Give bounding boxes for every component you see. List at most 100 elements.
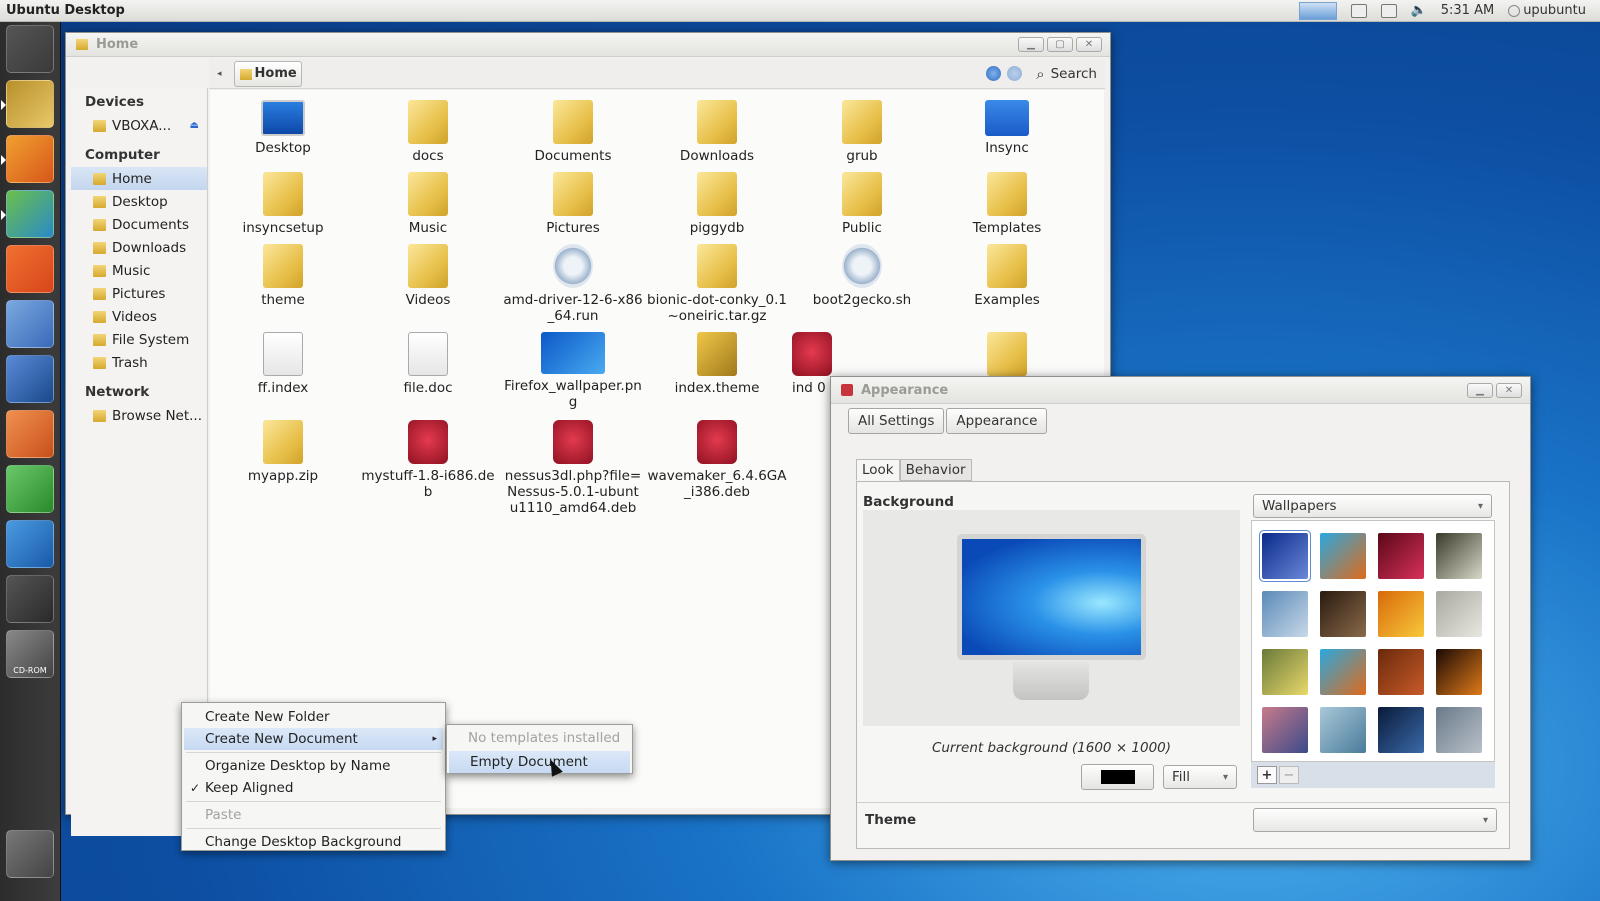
wallpaper-thumbnail[interactable] — [1378, 591, 1424, 637]
file-item[interactable]: Firefox_wallpaper.png — [503, 332, 643, 410]
minimize-button[interactable]: ▁ — [1018, 37, 1044, 52]
image-viewer-icon[interactable] — [1, 190, 54, 238]
sidebar-item-pictures[interactable]: Pictures — [71, 282, 207, 305]
theme-select[interactable] — [1253, 808, 1497, 832]
wallpaper-thumbnail[interactable] — [1262, 707, 1308, 753]
file-item[interactable]: insyncsetup — [213, 172, 353, 236]
maximize-button[interactable]: ▢ — [1047, 37, 1073, 52]
change-background-item[interactable]: Change Desktop Background — [182, 831, 445, 853]
file-item[interactable]: wavemaker_6.4.6GA_i386.deb — [647, 420, 787, 500]
wallpaper-source-select[interactable]: Wallpapers — [1253, 494, 1492, 518]
file-item[interactable]: Templates — [937, 172, 1077, 236]
ubuntu-logo-icon[interactable] — [6, 25, 54, 73]
minimize-button[interactable]: ▁ — [1467, 382, 1493, 398]
sidebar-item-music[interactable]: Music — [71, 259, 207, 282]
sidebar-item-desktop[interactable]: Desktop — [71, 190, 207, 213]
system-monitor-icon[interactable] — [1298, 1, 1337, 20]
breadcrumb-home[interactable]: Home — [233, 60, 302, 87]
appearance-titlebar[interactable]: Appearance ▁ ✕ — [831, 377, 1530, 404]
appearance-crumb-button[interactable]: Appearance — [946, 408, 1048, 434]
background-color-button[interactable] — [1081, 764, 1154, 790]
sidebar-item-trash[interactable]: Trash — [71, 351, 207, 374]
files-icon[interactable] — [1, 80, 54, 128]
file-item[interactable]: ff.index — [213, 332, 353, 396]
sidebar-item-device[interactable]: VBOXA... ⏏ — [71, 114, 207, 137]
sidebar-item-file-system[interactable]: File System — [71, 328, 207, 351]
create-new-document-item[interactable]: Create New Document ▸ — [184, 728, 443, 750]
file-item[interactable]: docs — [358, 100, 498, 164]
file-item[interactable]: Pictures — [503, 172, 643, 236]
file-item[interactable]: Desktop — [213, 100, 353, 156]
volume-icon[interactable]: 🔈 — [1411, 3, 1427, 18]
file-item[interactable]: file.doc — [358, 332, 498, 396]
system-settings-icon[interactable] — [6, 300, 54, 348]
sidebar-item-home[interactable]: Home — [71, 167, 207, 190]
clock[interactable]: 5:31 AM — [1441, 3, 1494, 18]
messaging-icon[interactable] — [1380, 3, 1397, 18]
add-wallpaper-button[interactable]: + — [1257, 766, 1277, 784]
file-item[interactable]: Documents — [503, 100, 643, 164]
file-item[interactable]: nessus3dl.php?file=Nessus-5.0.1-ubuntu11… — [503, 420, 643, 516]
firefox-icon[interactable] — [1, 135, 54, 183]
all-settings-button[interactable]: All Settings — [848, 408, 945, 434]
trash-icon[interactable] — [6, 830, 54, 878]
tab-behavior[interactable]: Behavior — [899, 459, 972, 481]
create-new-folder-item[interactable]: Create New Folder — [182, 706, 445, 728]
wallpaper-thumbnail[interactable] — [1436, 649, 1482, 695]
workspaces-icon[interactable] — [6, 575, 54, 623]
wallpaper-thumbnail[interactable] — [1436, 591, 1482, 637]
file-item[interactable]: Insync — [937, 100, 1077, 156]
file-manager-titlebar[interactable]: Home ▁ ▢ ✕ — [66, 33, 1110, 57]
wallpaper-thumbnail[interactable] — [1378, 649, 1424, 695]
back-icon[interactable] — [986, 66, 1002, 81]
wallpaper-thumbnail[interactable] — [1436, 707, 1482, 753]
path-back-arrow-icon[interactable]: ◂ — [217, 69, 222, 79]
file-item[interactable]: Music — [358, 172, 498, 236]
organize-desktop-item[interactable]: Organize Desktop by Name — [182, 755, 445, 777]
user-menu[interactable]: upubuntu — [1508, 3, 1586, 18]
file-item[interactable] — [937, 332, 1077, 380]
file-item[interactable]: theme — [213, 244, 353, 308]
sidebar-item-browse-network[interactable]: Browse Net... — [71, 404, 207, 427]
forward-icon[interactable] — [1007, 66, 1023, 81]
empty-document-item[interactable]: Empty Document — [449, 751, 630, 773]
wallpaper-thumbnail[interactable] — [1320, 533, 1366, 579]
cdrom-icon[interactable]: CD-ROM — [6, 630, 54, 678]
wallpaper-grid[interactable] — [1251, 520, 1495, 762]
software-center-icon[interactable] — [6, 245, 54, 293]
wallpaper-thumbnail[interactable] — [1320, 707, 1366, 753]
sidebar-item-videos[interactable]: Videos — [71, 305, 207, 328]
file-item[interactable]: index.theme — [647, 332, 787, 396]
file-item[interactable]: piggydb — [647, 172, 787, 236]
impress-icon[interactable] — [6, 410, 54, 458]
eject-icon[interactable]: ⏏ — [190, 120, 199, 131]
file-item[interactable]: ind 0 — [792, 332, 832, 396]
file-item[interactable]: Downloads — [647, 100, 787, 164]
wallpaper-thumbnail[interactable] — [1262, 649, 1308, 695]
sidebar-item-downloads[interactable]: Downloads — [71, 236, 207, 259]
close-button[interactable]: ✕ — [1496, 382, 1522, 398]
display-icon[interactable] — [6, 520, 54, 568]
wallpaper-thumbnail[interactable] — [1378, 533, 1424, 579]
wallpaper-thumbnail[interactable] — [1262, 591, 1308, 637]
wallpaper-thumbnail[interactable] — [1320, 591, 1366, 637]
wallpaper-thumbnail[interactable] — [1320, 649, 1366, 695]
file-item[interactable]: boot2gecko.sh — [792, 244, 932, 308]
network-icon[interactable] — [1350, 3, 1367, 18]
file-item[interactable]: mystuff-1.8-i686.deb — [358, 420, 498, 500]
wallpaper-thumbnail[interactable] — [1378, 707, 1424, 753]
fill-mode-select[interactable]: Fill — [1163, 765, 1237, 789]
tab-look[interactable]: Look — [856, 459, 900, 481]
file-item[interactable]: bionic-dot-conky_0.1~oneiric.tar.gz — [647, 244, 787, 324]
file-item[interactable]: amd-driver-12-6-x86_64.run — [503, 244, 643, 324]
writer-icon[interactable] — [6, 355, 54, 403]
calc-icon[interactable] — [6, 465, 54, 513]
remove-wallpaper-button[interactable]: − — [1279, 766, 1299, 784]
file-item[interactable]: Public — [792, 172, 932, 236]
file-item[interactable]: Examples — [937, 244, 1077, 308]
wallpaper-thumbnail[interactable] — [1436, 533, 1482, 579]
close-button[interactable]: ✕ — [1076, 37, 1102, 52]
wallpaper-thumbnail[interactable] — [1260, 531, 1310, 581]
sidebar-item-documents[interactable]: Documents — [71, 213, 207, 236]
file-item[interactable]: Videos — [358, 244, 498, 308]
